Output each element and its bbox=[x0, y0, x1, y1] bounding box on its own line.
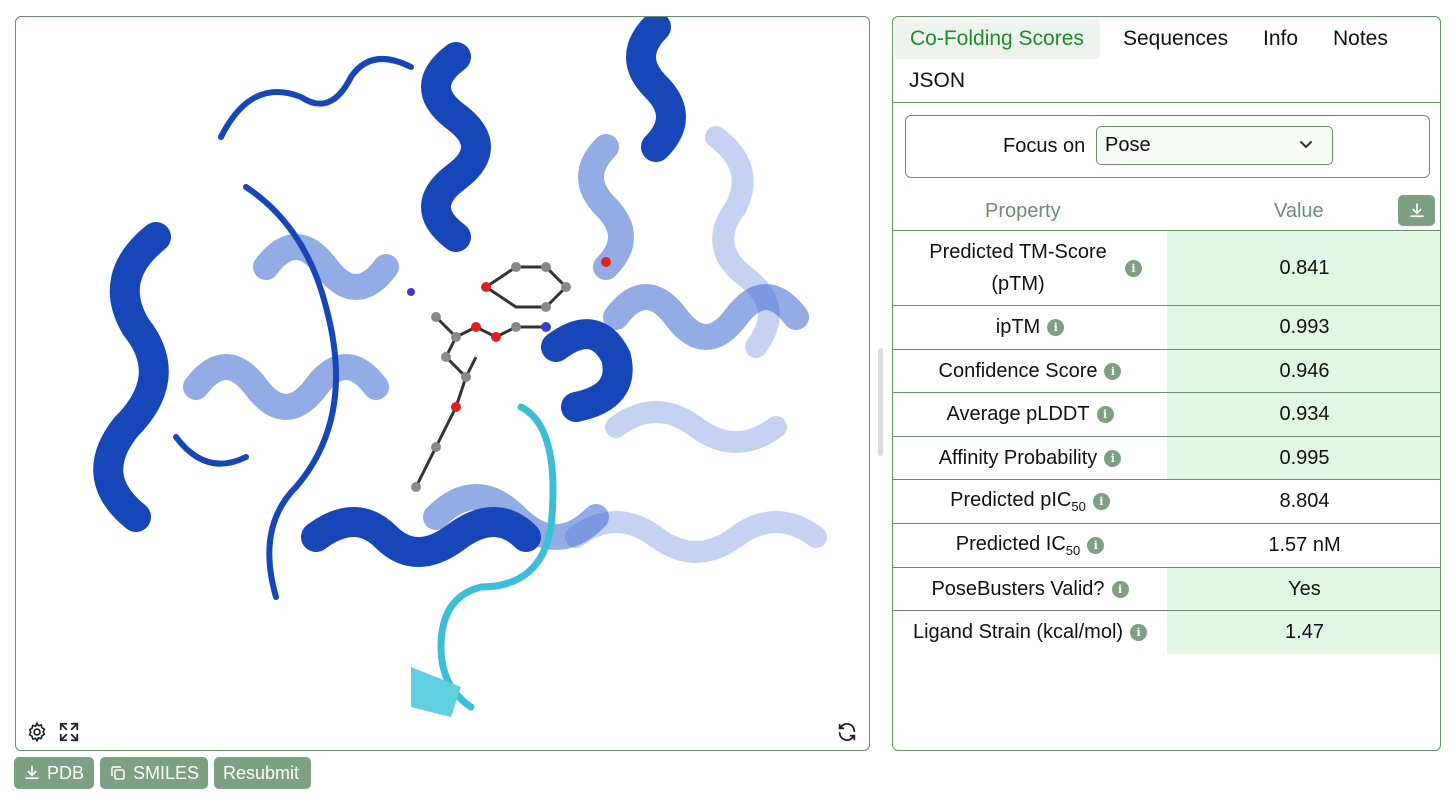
value-cell: 0.934 bbox=[1167, 393, 1440, 436]
value-cell: 1.57 nM bbox=[1268, 534, 1341, 556]
table-row: Predicted pIC50 i 8.804 bbox=[893, 480, 1440, 524]
table-row: Predicted IC50 i 1.57 nM bbox=[893, 524, 1440, 568]
action-bar: PDB SMILES Resubmit bbox=[14, 757, 311, 789]
table-row: ipTM i 0.993 bbox=[893, 306, 1440, 350]
table-row: Affinity Probability i 0.995 bbox=[893, 437, 1440, 480]
protein-structure-render[interactable] bbox=[16, 17, 870, 751]
scores-panel: Co-Folding Scores Sequences Info Notes J… bbox=[892, 16, 1441, 751]
property-label-main: Predicted pIC bbox=[950, 489, 1072, 511]
info-icon[interactable]: i bbox=[1111, 580, 1129, 598]
refresh-icon[interactable] bbox=[834, 719, 860, 745]
property-label: Ligand Strain (kcal/mol) bbox=[912, 621, 1124, 643]
table-header: Property Value bbox=[893, 193, 1440, 231]
structure-viewer[interactable] bbox=[15, 16, 870, 751]
focus-selected-value: Pose bbox=[1105, 134, 1151, 156]
copy-smiles-button[interactable]: SMILES bbox=[100, 757, 208, 789]
property-label: Predicted pIC50 bbox=[950, 489, 1086, 514]
property-cell: ipTM i bbox=[893, 306, 1167, 349]
property-label: PoseBusters Valid? bbox=[931, 577, 1105, 600]
focus-selector-box: Focus on Pose bbox=[905, 115, 1430, 178]
chevron-down-icon bbox=[1298, 127, 1314, 177]
gear-icon[interactable] bbox=[24, 719, 50, 745]
header-value: Value bbox=[1274, 200, 1324, 222]
property-cell: Average pLDDT i bbox=[893, 393, 1167, 436]
value-cell: 0.946 bbox=[1167, 350, 1440, 392]
download-icon bbox=[1409, 202, 1424, 217]
focus-select[interactable]: Pose bbox=[1096, 126, 1333, 165]
property-label-main: Predicted IC bbox=[955, 533, 1066, 555]
property-label-subscript: 50 bbox=[1071, 499, 1086, 514]
value-cell: 0.995 bbox=[1167, 437, 1440, 479]
info-icon[interactable]: i bbox=[1130, 624, 1148, 641]
tab-json[interactable]: JSON bbox=[909, 61, 965, 101]
value-cell: 0.841 bbox=[1167, 231, 1440, 305]
value-cell: 8.804 bbox=[1279, 490, 1330, 512]
tab-info[interactable]: Info bbox=[1263, 19, 1298, 59]
property-label: Average pLDDT bbox=[946, 403, 1090, 425]
header-property: Property bbox=[985, 200, 1061, 222]
property-label: Affinity Probability bbox=[938, 446, 1098, 469]
table-row: Confidence Score i 0.946 bbox=[893, 350, 1440, 393]
info-icon[interactable]: i bbox=[1087, 537, 1105, 554]
property-cell: Predicted IC50 i bbox=[893, 524, 1167, 567]
download-table-button[interactable] bbox=[1398, 195, 1435, 226]
property-label: Confidence Score bbox=[938, 359, 1098, 382]
property-cell: Confidence Score i bbox=[893, 350, 1167, 392]
property-label-subscript: 50 bbox=[1065, 543, 1081, 558]
download-pdb-button[interactable]: PDB bbox=[14, 757, 94, 789]
value-cell: 1.47 bbox=[1167, 611, 1440, 654]
info-icon[interactable]: i bbox=[1104, 449, 1122, 467]
fullscreen-icon[interactable] bbox=[56, 719, 82, 745]
property-label: ipTM bbox=[995, 316, 1041, 338]
table-row: Predicted TM-Score (pTM) i 0.841 bbox=[893, 231, 1440, 306]
tab-co-folding-scores[interactable]: Co-Folding Scores bbox=[894, 19, 1100, 59]
value-cell: Yes bbox=[1167, 568, 1440, 610]
resubmit-label: Resubmit bbox=[223, 762, 300, 783]
property-label: Predicted TM-Score (pTM) bbox=[929, 241, 1107, 295]
property-cell: Predicted pIC50 i bbox=[893, 480, 1167, 523]
pdb-label: PDB bbox=[47, 762, 85, 783]
resubmit-button[interactable]: Resubmit bbox=[214, 757, 311, 789]
property-cell: Predicted TM-Score (pTM) i bbox=[893, 231, 1167, 305]
tab-sequences[interactable]: Sequences bbox=[1123, 19, 1228, 59]
info-icon[interactable]: i bbox=[1047, 319, 1065, 336]
info-icon[interactable]: i bbox=[1096, 406, 1114, 423]
property-label: Predicted IC50 bbox=[956, 533, 1081, 558]
focus-label: Focus on bbox=[1003, 135, 1086, 157]
property-cell: Ligand Strain (kcal/mol) i bbox=[893, 611, 1167, 654]
info-icon[interactable]: i bbox=[1104, 362, 1122, 380]
tab-bar: Co-Folding Scores Sequences Info Notes J… bbox=[893, 17, 1440, 103]
tab-notes[interactable]: Notes bbox=[1333, 19, 1388, 59]
smiles-label: SMILES bbox=[132, 762, 199, 783]
download-icon bbox=[25, 765, 39, 780]
scores-table: Property Value Predicted TM-Score (pTM) … bbox=[893, 193, 1440, 654]
value-cell: 0.993 bbox=[1167, 306, 1440, 349]
table-row: Ligand Strain (kcal/mol) i 1.47 bbox=[893, 611, 1440, 654]
property-cell: PoseBusters Valid? i bbox=[893, 568, 1167, 610]
info-icon[interactable]: i bbox=[1125, 259, 1142, 277]
copy-icon bbox=[111, 766, 125, 780]
table-row: PoseBusters Valid? i Yes bbox=[893, 568, 1440, 611]
panel-resize-handle[interactable] bbox=[878, 348, 883, 456]
table-row: Average pLDDT i 0.934 bbox=[893, 393, 1440, 437]
info-icon[interactable]: i bbox=[1092, 493, 1110, 510]
property-cell: Affinity Probability i bbox=[893, 437, 1167, 479]
